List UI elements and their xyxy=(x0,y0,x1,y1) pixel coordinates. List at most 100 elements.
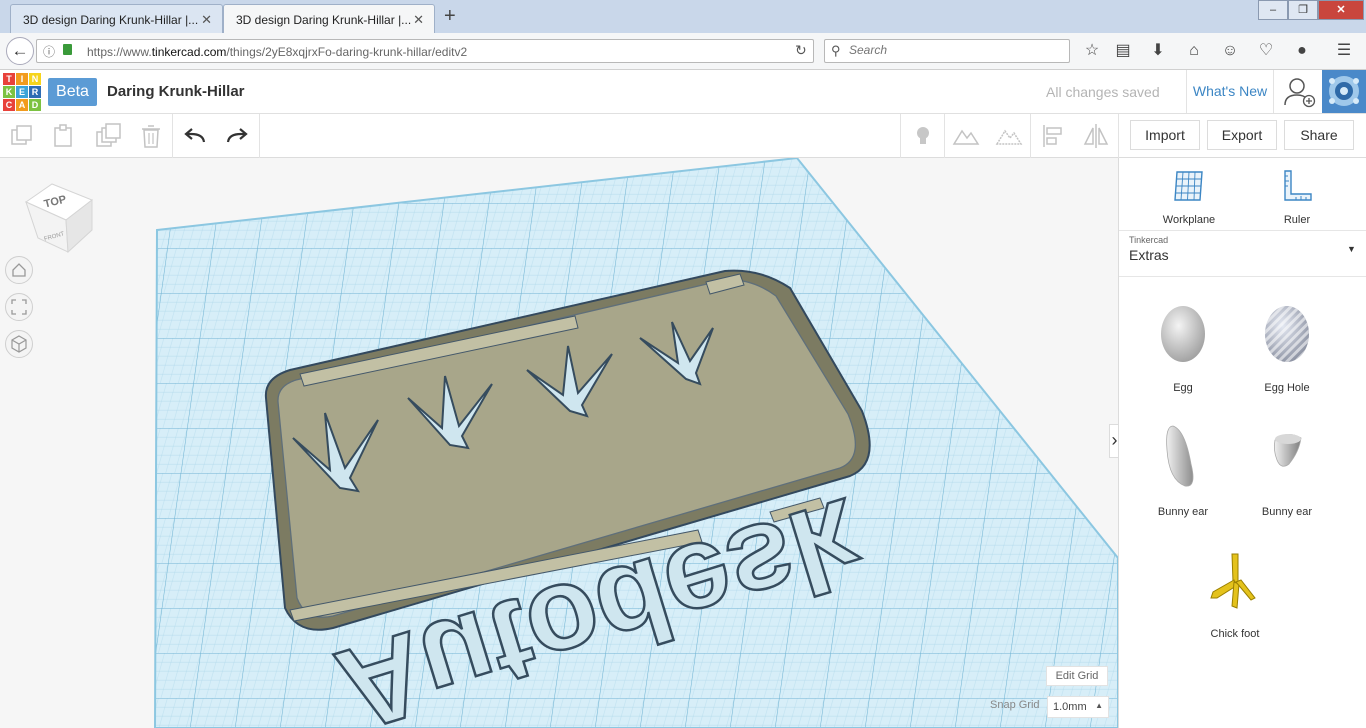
address-bar[interactable]: ⓘ https://www.tinkercad.com/things/2yE8x… xyxy=(36,39,814,63)
export-button[interactable]: Export xyxy=(1207,120,1277,150)
lightbulb-icon[interactable]: ● xyxy=(1292,41,1312,61)
redo-icon[interactable] xyxy=(223,122,251,150)
duplicate-icon[interactable] xyxy=(94,122,122,150)
chick-foot-icon xyxy=(1210,553,1256,609)
shape-label: Chick foot xyxy=(1210,628,1260,640)
toolbar-divider xyxy=(1030,114,1031,158)
category-select[interactable]: Extras xyxy=(1129,247,1169,263)
whats-new-link[interactable]: What's New xyxy=(1186,70,1274,113)
chat-icon[interactable]: ☺ xyxy=(1220,41,1240,61)
bunny-ear-icon xyxy=(1166,425,1194,487)
toolbar-divider xyxy=(944,114,945,158)
back-button[interactable]: ← xyxy=(6,37,34,65)
browser-tab-active[interactable]: 3D design Daring Krunk-Hillar |... ✕ xyxy=(223,4,435,33)
add-user-icon[interactable] xyxy=(1282,76,1316,108)
edit-grid-button[interactable]: Edit Grid xyxy=(1046,666,1108,686)
logo-tile: I xyxy=(16,73,28,85)
logo-tile: T xyxy=(3,73,15,85)
search-box[interactable]: ⚲ xyxy=(824,39,1070,63)
logo-tile: C xyxy=(3,99,15,111)
shape-chick-foot[interactable]: Chick foot xyxy=(1183,544,1287,654)
close-tab-icon[interactable]: ✕ xyxy=(413,12,424,28)
align-icon[interactable] xyxy=(1039,122,1067,150)
chevron-down-icon[interactable]: ▼ xyxy=(1347,244,1356,254)
logo-tile: D xyxy=(29,99,41,111)
egg-hole-icon xyxy=(1265,306,1309,362)
shape-label: Bunny ear xyxy=(1261,506,1313,518)
panel-divider xyxy=(1119,276,1366,277)
download-icon[interactable]: ⬇ xyxy=(1148,41,1168,61)
mirror-icon[interactable] xyxy=(1082,122,1110,150)
shape-hole-icon[interactable] xyxy=(995,122,1023,150)
editor-toolbar: Import Export Share xyxy=(0,114,1366,158)
shape-label: Bunny ear xyxy=(1157,506,1209,518)
tinkercad-logo[interactable]: TIN KER CAD xyxy=(3,73,41,111)
app-header: TIN KER CAD Beta Daring Krunk-Hillar All… xyxy=(0,70,1366,114)
close-window-button[interactable]: ✕ xyxy=(1318,0,1364,20)
browser-tab[interactable]: 3D design Daring Krunk-Hillar |... ✕ xyxy=(10,4,223,33)
new-tab-button[interactable]: + xyxy=(444,5,456,28)
logo-tile: E xyxy=(16,86,28,98)
home-icon[interactable]: ⌂ xyxy=(1184,41,1204,61)
view-cube[interactable]: TOP FRONT xyxy=(22,174,96,256)
bookmark-star-icon[interactable]: ☆ xyxy=(1082,41,1102,61)
shape-label: Egg xyxy=(1173,382,1193,394)
info-icon[interactable]: ⓘ xyxy=(43,43,55,60)
tab-title: 3D design Daring Krunk-Hillar |... xyxy=(236,13,412,27)
beta-badge: Beta xyxy=(48,78,97,106)
panel-divider xyxy=(1119,230,1366,231)
url-text: https://www.tinkercad.com/things/2yE8xqj… xyxy=(87,45,468,59)
logo-tile: N xyxy=(29,73,41,85)
pocket-icon[interactable]: ♡ xyxy=(1256,41,1276,61)
paste-icon[interactable] xyxy=(50,122,78,150)
ortho-view-button[interactable] xyxy=(5,330,33,358)
browser-nav-bar: ← ⓘ https://www.tinkercad.com/things/2yE… xyxy=(0,33,1366,70)
shape-bunny-ear[interactable]: Bunny ear xyxy=(1235,420,1339,530)
menu-icon[interactable]: ☰ xyxy=(1334,41,1354,61)
chevron-up-icon: ▲ xyxy=(1095,701,1103,710)
import-button[interactable]: Import xyxy=(1130,120,1200,150)
shape-label: Egg Hole xyxy=(1264,382,1310,394)
browser-tab-bar: 3D design Daring Krunk-Hillar |... ✕ 3D … xyxy=(0,0,1366,33)
copy-icon[interactable] xyxy=(8,122,36,150)
light-bulb-icon[interactable] xyxy=(909,122,937,150)
snap-grid-select[interactable]: 1.0mm ▲ xyxy=(1047,696,1109,718)
share-button[interactable]: Share xyxy=(1284,120,1354,150)
logo-tile: A xyxy=(16,99,28,111)
search-icon: ⚲ xyxy=(831,43,841,58)
bunny-ear-icon xyxy=(1273,434,1302,467)
ruler-button[interactable]: Ruler xyxy=(1257,166,1337,226)
3d-workspace[interactable]: Autodesk TOP FRONT Edit Grid Snap Grid 1… xyxy=(0,158,1118,728)
shape-solid-icon[interactable] xyxy=(952,122,980,150)
close-tab-icon[interactable]: ✕ xyxy=(201,12,212,28)
logo-tile: R xyxy=(29,86,41,98)
egg-icon xyxy=(1161,306,1205,362)
toolbar-divider xyxy=(172,114,173,158)
shape-bunny-ear[interactable]: Bunny ear xyxy=(1131,420,1235,530)
fit-view-button[interactable] xyxy=(5,293,33,321)
delete-icon[interactable] xyxy=(137,122,165,150)
minimize-button[interactable]: – xyxy=(1258,0,1288,20)
shape-egg[interactable]: Egg xyxy=(1131,296,1235,406)
tab-title: 3D design Daring Krunk-Hillar |... xyxy=(23,13,199,27)
home-view-button[interactable] xyxy=(5,256,33,284)
logo-tile: K xyxy=(3,86,15,98)
collapse-panel-button[interactable]: › xyxy=(1109,424,1118,458)
user-avatar[interactable] xyxy=(1322,70,1366,113)
undo-icon[interactable] xyxy=(181,122,209,150)
design-name[interactable]: Daring Krunk-Hillar xyxy=(107,83,245,100)
ruler-icon xyxy=(1284,170,1312,201)
toolbar-divider xyxy=(259,114,260,158)
ruler-label: Ruler xyxy=(1283,214,1311,226)
workplane-button[interactable]: Workplane xyxy=(1149,166,1229,226)
reload-icon[interactable]: ↻ xyxy=(795,42,807,59)
search-input[interactable] xyxy=(849,43,1059,57)
shape-egg-hole[interactable]: Egg Hole xyxy=(1235,296,1339,406)
reading-list-icon[interactable]: ▤ xyxy=(1113,41,1133,61)
shapes-panel: Workplane Ruler Tinkercad Extras ▼ Egg E… xyxy=(1118,158,1366,728)
workplane-scene[interactable]: Autodesk xyxy=(0,158,1118,728)
save-status: All changes saved xyxy=(1046,84,1160,100)
category-source: Tinkercad xyxy=(1129,235,1169,245)
lock-icon xyxy=(63,44,72,55)
restore-button[interactable]: ❐ xyxy=(1288,0,1318,20)
